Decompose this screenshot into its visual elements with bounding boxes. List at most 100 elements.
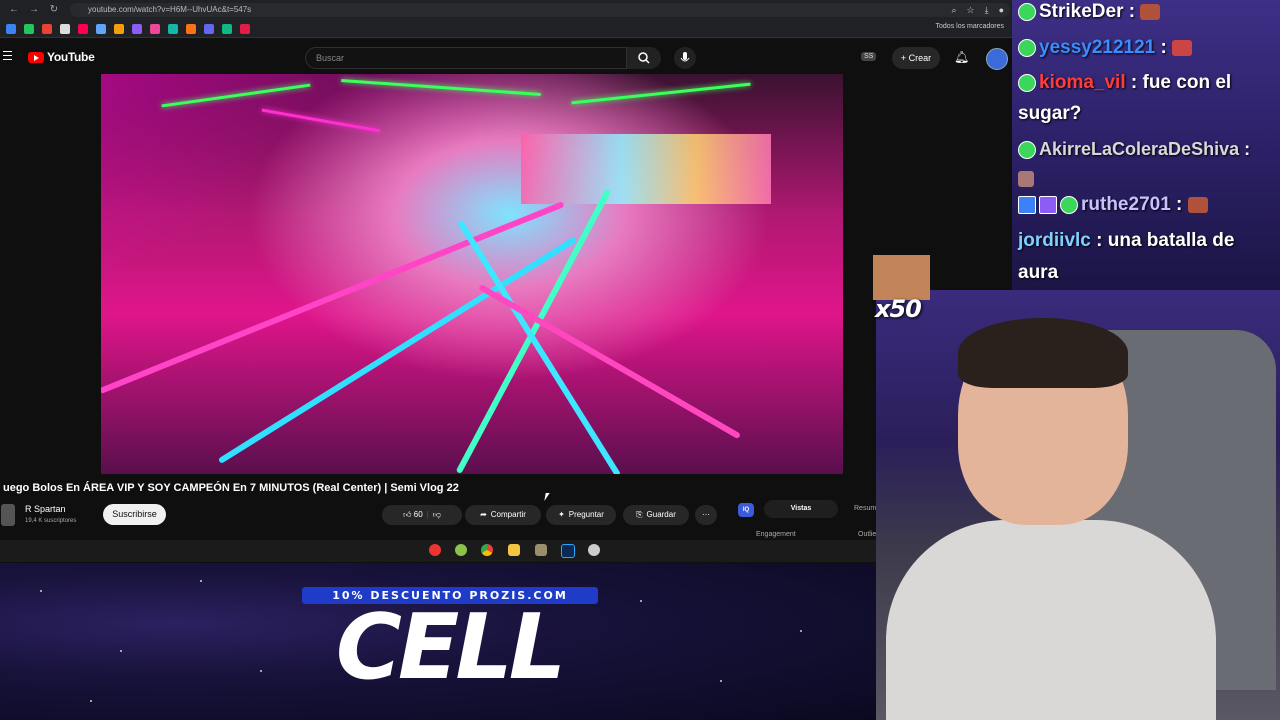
combo-multiplier: x50: [875, 295, 922, 323]
star-icon[interactable]: ☆: [967, 3, 975, 17]
ask-button[interactable]: ✦ Preguntar: [546, 505, 616, 525]
notifications-bell-icon[interactable]: 🔔︎: [954, 50, 969, 64]
brand-logo: CELL: [335, 595, 566, 700]
youtube-play-icon: [28, 51, 44, 63]
subscribe-button[interactable]: Suscribirse: [103, 504, 166, 525]
bookmark-icon[interactable]: [96, 23, 106, 34]
analytics-extension: IQ Vistas Resum Engagement Outlie: [730, 497, 880, 545]
more-actions-button[interactable]: ···: [695, 505, 717, 525]
thumbs-down-icon[interactable]: 👎︎: [433, 505, 441, 525]
subscriber-badge-icon: [1018, 141, 1036, 160]
ss-badge[interactable]: SS: [861, 52, 877, 61]
chat-text: :: [1123, 1, 1136, 22]
chat-text: :: [1155, 37, 1167, 58]
tab-resumen[interactable]: Resum: [854, 505, 876, 512]
chat-username: jordiivlc: [1018, 230, 1091, 251]
chat-username: kioma_vil: [1039, 72, 1126, 93]
bookmark-icon[interactable]: [222, 23, 232, 34]
channel-name[interactable]: R Spartan: [25, 504, 66, 514]
bookmark-icon[interactable]: [168, 23, 178, 34]
bookmark-icon[interactable]: [186, 23, 196, 34]
browser-toolbar: ← → ↻ ⌂ youtube.com/watch?v=H6M--UhvUAc&…: [0, 0, 1012, 20]
app-icon[interactable]: [535, 544, 547, 556]
chat-message-continued: sugar?: [1018, 98, 1081, 129]
forward-icon[interactable]: →: [28, 4, 40, 16]
bookmark-icon[interactable]: [150, 23, 160, 34]
ceiling-neon: [341, 79, 541, 96]
bookmark-icon[interactable]: [60, 23, 70, 34]
share-label: Compartir: [490, 510, 526, 519]
video-title: uego Bolos En ÁREA VIP Y SOY CAMPEÓN En …: [3, 482, 459, 494]
address-bar[interactable]: youtube.com/watch?v=H6M--UhvUAc&t=547s ⌕…: [70, 3, 1010, 17]
like-dislike-group: 👍︎ 60 | 👎︎: [382, 505, 462, 525]
streamer-shirt: [886, 520, 1216, 720]
all-bookmarks-folder[interactable]: Todos los marcadores: [936, 23, 1004, 30]
youtube-logo-text: YouTube: [47, 50, 95, 64]
bookmark-icon: ⎘: [636, 510, 643, 519]
video-player[interactable]: [101, 74, 843, 474]
emote-combo: x50: [873, 255, 930, 325]
bookmark-icon[interactable]: [132, 23, 142, 34]
chrome-icon[interactable]: [481, 544, 493, 556]
lane-screen: [521, 134, 771, 204]
folder-icon[interactable]: [508, 544, 520, 556]
plus-icon: +: [900, 53, 909, 63]
app-icon[interactable]: [455, 544, 467, 556]
chat-username: StrikeDer: [1039, 1, 1124, 22]
save-label: Guardar: [646, 510, 676, 519]
chat-username: ruthe2701: [1081, 194, 1171, 215]
app-icon[interactable]: [429, 544, 441, 556]
bookmark-icon[interactable]: [6, 23, 16, 34]
like-button[interactable]: 👍︎ 60: [403, 505, 423, 525]
ask-label: Preguntar: [568, 510, 604, 519]
save-button[interactable]: ⎘ Guardar: [623, 505, 689, 525]
outlier-label: Outlie: [858, 531, 877, 538]
ceiling-neon: [261, 108, 381, 133]
stream-chat: StrikeDer : yessy212121 : kioma_vil : fu…: [1012, 0, 1280, 290]
bookmark-icon[interactable]: [204, 23, 214, 34]
emote-icon: [1187, 196, 1208, 213]
user-avatar[interactable]: [986, 48, 1008, 70]
emote-icon: [1018, 170, 1034, 187]
bookmark-icon[interactable]: [240, 23, 250, 34]
voice-search-button[interactable]: [674, 47, 696, 69]
app-icon[interactable]: [588, 544, 600, 556]
youtube-logo[interactable]: YouTube: [28, 50, 95, 64]
search-input[interactable]: Buscar: [305, 47, 627, 69]
chat-text: : una batalla de: [1090, 230, 1235, 251]
search-icon[interactable]: ⌕: [951, 3, 956, 17]
subscriber-badge-icon: [1060, 195, 1078, 214]
bookmark-icon[interactable]: [24, 23, 34, 34]
chat-message: jordiivlc : una batalla de: [1018, 225, 1234, 256]
reload-icon[interactable]: ↻: [48, 4, 60, 16]
bookmark-icon[interactable]: [78, 23, 88, 34]
tab-vistas[interactable]: Vistas: [764, 500, 838, 518]
bookmark-icon[interactable]: [42, 23, 52, 34]
laughing-emote-icon: [873, 255, 930, 300]
back-icon[interactable]: ←: [8, 4, 20, 16]
photoshop-icon[interactable]: [561, 544, 575, 558]
channel-avatar[interactable]: [1, 504, 15, 526]
download-icon[interactable]: ⤓: [985, 3, 989, 17]
iq-extension-icon[interactable]: IQ: [738, 503, 754, 517]
divider: |: [426, 510, 429, 519]
gem-badge-icon: [1039, 195, 1057, 214]
microphone-icon: [680, 52, 690, 62]
share-button[interactable]: ➦ Compartir: [465, 505, 541, 525]
search-button[interactable]: [627, 47, 661, 69]
chat-username: AkirreLaColeraDeShiva: [1039, 139, 1240, 159]
star: [200, 580, 202, 582]
profile-icon[interactable]: ●: [999, 3, 1004, 17]
chat-text: sugar?: [1018, 103, 1082, 124]
address-bar-actions: ⌕ ☆ ⤓ ●: [951, 3, 1004, 17]
star: [260, 670, 262, 672]
youtube-page: YouTube Buscar SS + Crear 🔔︎ uego Bolos …: [0, 38, 1012, 563]
bookmark-icon[interactable]: [114, 23, 124, 34]
create-button[interactable]: + Crear: [892, 47, 940, 69]
chat-username: yessy212121: [1039, 37, 1156, 58]
share-icon: ➦: [480, 510, 487, 519]
chat-text: : fue con el: [1125, 72, 1232, 93]
menu-icon[interactable]: [3, 51, 12, 63]
channel-subscribers: 19,4 K suscriptores: [25, 518, 77, 524]
star: [640, 600, 642, 602]
